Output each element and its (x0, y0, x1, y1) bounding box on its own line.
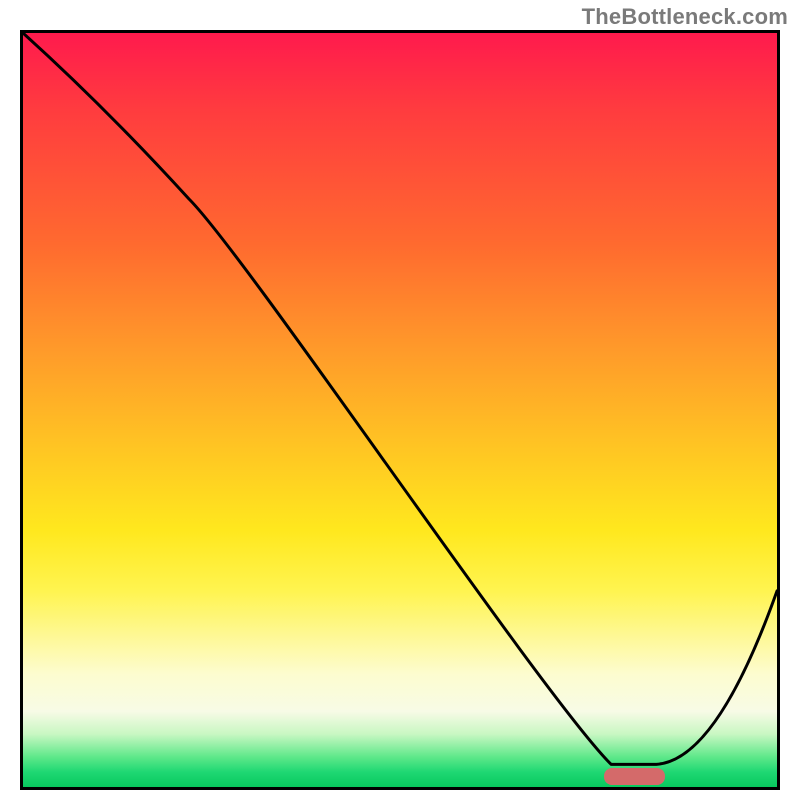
watermark-text: TheBottleneck.com (582, 4, 788, 30)
optimal-range-marker (604, 768, 665, 785)
chart-stage: TheBottleneck.com (0, 0, 800, 800)
curve-layer (23, 33, 777, 787)
plot-area (20, 30, 780, 790)
bottleneck-curve-path (23, 33, 777, 764)
